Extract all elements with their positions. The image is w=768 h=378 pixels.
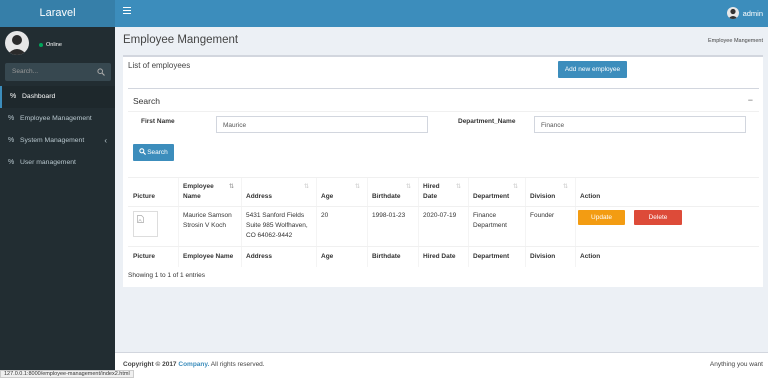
footer-header-age: Age xyxy=(321,253,334,260)
sidebar-item-label: Dashboard xyxy=(22,93,56,100)
broken-image-icon xyxy=(137,215,144,223)
online-status: Online xyxy=(39,42,62,48)
employee-table: Picture Employee Name ⇅ Address ⇅ Age ⇅ … xyxy=(128,177,759,267)
link-icon: % xyxy=(10,93,17,100)
collapse-icon[interactable]: − xyxy=(748,95,753,105)
sort-icon[interactable]: ⇅ xyxy=(563,183,568,190)
footer-header-birthdate: Birthdate xyxy=(372,253,401,260)
divider xyxy=(128,111,759,112)
employee-list-box: List of employees Add new employee Searc… xyxy=(123,55,763,287)
footer-tagline: Anything you want xyxy=(709,361,763,368)
breadcrumb[interactable]: Employee Mangement xyxy=(708,38,763,44)
search-icon xyxy=(139,148,147,155)
sort-icon[interactable]: ⇅ xyxy=(304,183,309,190)
copyright-rights: All rights reserved. xyxy=(210,361,265,368)
sidebar-search-input[interactable]: Search... xyxy=(5,63,111,81)
user-avatar[interactable] xyxy=(727,7,739,19)
column-divider xyxy=(468,178,469,267)
link-icon: % xyxy=(8,159,15,166)
sidebar: Online Search... % Dashboard % Employee … xyxy=(0,27,115,372)
first-name-input[interactable]: Maurice xyxy=(216,116,428,133)
sidebar-menu: % Dashboard % Employee Management % Syst… xyxy=(0,86,115,174)
link-icon: % xyxy=(8,115,15,122)
update-button[interactable]: Update xyxy=(578,210,625,225)
sidebar-item-dashboard[interactable]: % Dashboard xyxy=(0,86,115,108)
department-label: Department_Name xyxy=(458,118,516,125)
footer-header-address: Address xyxy=(246,253,273,260)
column-divider xyxy=(241,178,242,267)
chevron-left-icon: ‹ xyxy=(104,136,107,145)
user-panel: Online xyxy=(4,31,114,57)
top-navbar: admin xyxy=(115,0,768,27)
age-cell: 20 xyxy=(321,212,329,219)
employee-name-cell: Maurice Samson Strosin V Koch xyxy=(183,212,232,229)
copyright-prefix: Copyright © 2017 xyxy=(123,361,177,368)
first-name-label: First Name xyxy=(141,118,175,125)
app-logo[interactable]: Laravel xyxy=(0,0,115,27)
status-label: Online xyxy=(46,42,62,48)
division-cell: Founder xyxy=(530,212,555,219)
column-header-picture: Picture xyxy=(133,193,156,200)
delete-button[interactable]: Delete xyxy=(634,210,682,225)
column-divider xyxy=(575,178,576,267)
department-cell: Finance Department xyxy=(473,212,507,229)
column-header-action: Action xyxy=(580,193,601,200)
footer-header-division: Division xyxy=(530,253,556,260)
column-divider xyxy=(316,178,317,267)
sort-desc-icon[interactable]: ⇅ xyxy=(229,183,234,190)
sidebar-avatar xyxy=(5,31,29,55)
column-divider xyxy=(525,178,526,267)
column-header-age[interactable]: Age xyxy=(321,192,333,202)
sidebar-item-label: User management xyxy=(20,159,76,166)
sidebar-search-placeholder: Search... xyxy=(12,68,39,75)
online-dot-icon xyxy=(39,42,43,47)
address-cell: 5431 Sanford Fields Suite 985 Wolfhaven,… xyxy=(246,212,308,239)
sort-icon[interactable]: ⇅ xyxy=(406,183,411,190)
department-input[interactable]: Finance xyxy=(534,116,746,133)
sidebar-item-label: System Management xyxy=(20,137,85,144)
sidebar-item-label: Employee Management xyxy=(20,115,92,122)
column-header-department[interactable]: Department xyxy=(473,192,509,202)
sidebar-item-system-management[interactable]: % System Management ‹ xyxy=(0,130,115,152)
column-divider xyxy=(367,178,368,267)
birthdate-cell: 1998-01-23 xyxy=(372,212,406,219)
column-header-hired-date[interactable]: Hired Date xyxy=(423,182,447,202)
row-divider xyxy=(128,246,759,247)
box-title: List of employees xyxy=(128,61,191,70)
footer-header-employee-name: Employee Name xyxy=(183,253,234,260)
footer-header-hired-date: Hired Date xyxy=(423,253,456,260)
table-info: Showing 1 to 1 of 1 entries xyxy=(128,272,205,279)
sort-icon[interactable]: ⇅ xyxy=(456,183,461,190)
page-footer: Copyright © 2017 Company. All rights res… xyxy=(115,352,768,378)
page-title: Employee Mangement xyxy=(123,34,239,46)
hamburger-icon[interactable] xyxy=(123,7,131,14)
add-employee-button[interactable]: Add new employee xyxy=(558,61,627,78)
column-divider xyxy=(418,178,419,267)
footer-header-action: Action xyxy=(580,253,601,260)
company-link[interactable]: Company. xyxy=(178,361,209,368)
column-divider xyxy=(178,178,179,267)
search-panel-title: Search xyxy=(133,96,160,106)
row-divider xyxy=(128,206,759,207)
hired-date-cell: 2020-07-19 xyxy=(423,212,457,219)
search-button[interactable]: Search xyxy=(133,144,174,161)
sort-icon[interactable]: ⇅ xyxy=(355,183,360,190)
copyright: Copyright © 2017 Company. All rights res… xyxy=(123,361,265,368)
column-header-employee-name[interactable]: Employee Name xyxy=(183,182,228,202)
sidebar-item-employee-management[interactable]: % Employee Management xyxy=(0,108,115,130)
user-name[interactable]: admin xyxy=(743,9,763,18)
footer-header-picture: Picture xyxy=(133,253,156,260)
column-header-address[interactable]: Address xyxy=(246,192,272,202)
sort-icon[interactable]: ⇅ xyxy=(513,183,518,190)
search-panel: Search − First Name Maurice Department_N… xyxy=(128,88,759,165)
column-header-division[interactable]: Division xyxy=(530,192,555,202)
column-header-birthdate[interactable]: Birthdate xyxy=(372,192,401,202)
link-icon: % xyxy=(8,137,15,144)
status-url: 127.0.0.1:8000/employee-management/index… xyxy=(0,370,134,378)
sidebar-item-user-management[interactable]: % User management xyxy=(0,152,115,174)
employee-picture xyxy=(133,211,158,237)
search-button-label: Search xyxy=(147,149,168,156)
footer-header-department: Department xyxy=(473,253,510,260)
search-icon[interactable] xyxy=(97,68,105,78)
